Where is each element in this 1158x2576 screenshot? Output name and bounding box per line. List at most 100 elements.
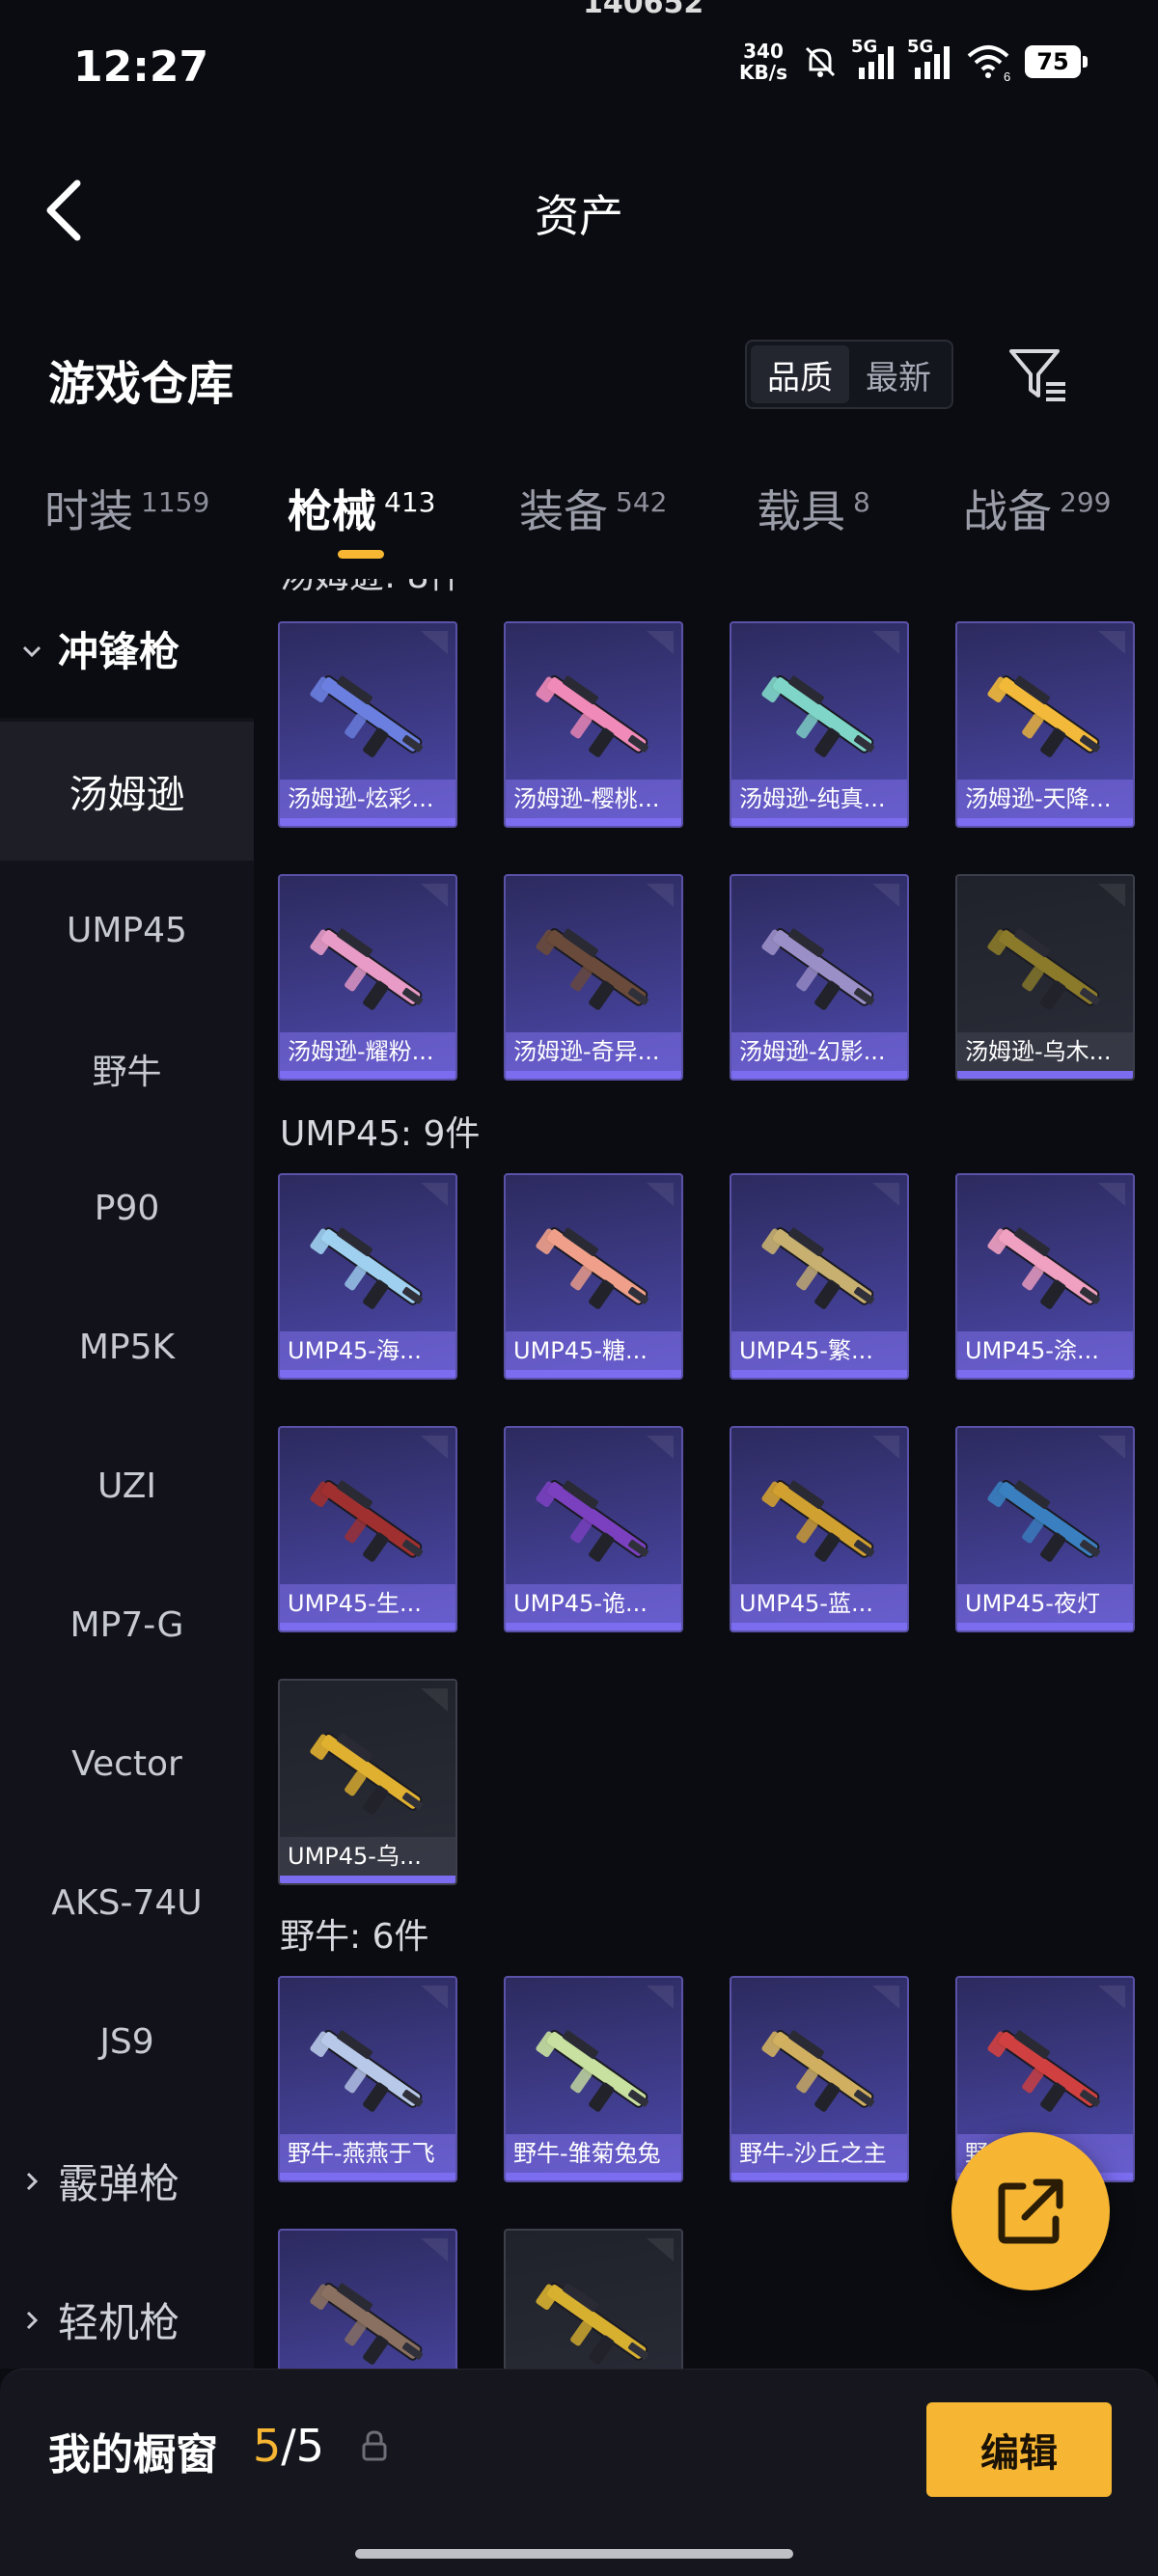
tab-vehicles[interactable]: 载具 8 [757, 477, 870, 540]
quality-bar [506, 2173, 681, 2180]
tab-label: 战备 [963, 485, 1052, 537]
chevron-right-icon [26, 2172, 39, 2191]
wifi-icon: 6 [967, 45, 1010, 81]
weapon-skin-card[interactable] [504, 2229, 683, 2369]
weapon-skin-icon [987, 2029, 1101, 2112]
quality-bar [731, 2173, 907, 2180]
sort-quality-button[interactable]: 品质 [751, 345, 849, 403]
weapon-skin-card[interactable]: UMP45-蓝... [730, 1426, 909, 1632]
sidebar-group-lmg[interactable]: 轻机枪 [0, 2250, 254, 2369]
weapon-skin-icon [310, 2282, 424, 2365]
weapon-skin-icon [761, 1226, 875, 1309]
weapon-skin-card[interactable]: 汤姆逊-炫彩... [278, 621, 457, 828]
weapon-skin-card[interactable]: UMP45-诡... [504, 1426, 683, 1632]
weapon-skin-icon [536, 1479, 649, 1562]
share-button[interactable] [951, 2132, 1110, 2290]
weapon-skin-name: 汤姆逊-天降... [957, 780, 1133, 818]
sidebar-item-js9[interactable]: JS9 [0, 1972, 254, 2111]
filter-button[interactable] [1004, 340, 1071, 407]
sidebar-group-shotgun[interactable]: 霰弹枪 [0, 2111, 254, 2250]
weapon-skin-card[interactable]: 汤姆逊-纯真... [730, 621, 909, 828]
sidebar-item-bizon[interactable]: 野牛 [0, 1000, 254, 1138]
status-icons: 340 KB/s 5G 5G 6 75 [739, 37, 1088, 83]
tab-label: 时装 [44, 485, 133, 537]
sidebar-item-uzi[interactable]: UZI [0, 1416, 254, 1555]
weapon-skin-name: UMP45-诡... [506, 1584, 681, 1623]
chevron-right-icon [26, 2311, 39, 2330]
weapon-skin-card[interactable] [278, 2229, 457, 2369]
mute-bell-icon [805, 46, 836, 77]
weapon-skin-card[interactable]: 野牛-燕燕于飞 [278, 1976, 457, 2182]
weapon-skin-card[interactable]: UMP45-海... [278, 1173, 457, 1380]
weapon-skin-card[interactable]: UMP45-糖... [504, 1173, 683, 1380]
chevron-down-icon [22, 645, 41, 658]
weapon-skin-card[interactable]: UMP45-生... [278, 1426, 457, 1632]
weapon-skin-card[interactable]: 汤姆逊-奇异... [504, 874, 683, 1081]
weapon-skin-name: 汤姆逊-炫彩... [280, 780, 455, 818]
sidebar-item-aks74u[interactable]: AKS-74U [0, 1833, 254, 1972]
section-label-bizon: 野牛: 6件 [280, 1917, 429, 1957]
sidebar-item-vector[interactable]: Vector [0, 1694, 254, 1833]
weapon-skin-icon [310, 1226, 424, 1309]
weapon-skin-icon [761, 2029, 875, 2112]
weapon-skin-card[interactable]: 汤姆逊-幻影... [730, 874, 909, 1081]
status-time: 12:27 [73, 42, 209, 92]
weapon-skin-card[interactable]: UMP45-涂... [955, 1173, 1135, 1380]
weapon-skin-card[interactable]: 汤姆逊-天降... [955, 621, 1135, 828]
sidebar-group-label: 霰弹枪 [58, 2159, 180, 2207]
weapon-skin-icon [536, 1226, 649, 1309]
weapon-skin-icon [761, 674, 875, 757]
weapon-skin-name: 汤姆逊-耀粉... [280, 1032, 455, 1071]
weapon-skin-card[interactable]: 汤姆逊-樱桃... [504, 621, 683, 828]
weapon-skin-card[interactable]: UMP45-夜灯 [955, 1426, 1135, 1632]
tab-fashion[interactable]: 时装 1159 [44, 477, 209, 540]
weapon-skin-card[interactable]: 汤姆逊-乌木... [955, 874, 1135, 1081]
section-label-ump45: UMP45: 9件 [280, 1114, 481, 1154]
weapon-skin-card[interactable]: 野牛-沙丘之主 [730, 1976, 909, 2182]
weapon-skin-card[interactable]: 汤姆逊-耀粉... [278, 874, 457, 1081]
category-tabs: 时装 1159 枪械 413 装备 542 载具 8 战备 299 [0, 463, 1158, 569]
weapon-skin-icon [987, 674, 1101, 757]
home-indicator[interactable] [355, 2549, 793, 2559]
sort-newest-button[interactable]: 最新 [849, 345, 948, 403]
quality-bar [280, 818, 455, 826]
edit-showcase-button[interactable]: 编辑 [926, 2402, 1112, 2497]
sim2-label: 5G [907, 37, 934, 57]
status-bar: 140652 12:27 340 KB/s 5G 5G 6 75 [0, 0, 1158, 135]
wifi-sub-label: 6 [1004, 69, 1010, 81]
tab-equipment[interactable]: 装备 542 [519, 477, 667, 540]
net-speed: 340 KB/s [739, 41, 787, 83]
weapon-skin-icon [987, 927, 1101, 1010]
net-speed-unit: KB/s [739, 61, 787, 84]
tab-count: 8 [853, 485, 870, 518]
sidebar-item-ump45[interactable]: UMP45 [0, 861, 254, 1000]
tab-gear[interactable]: 战备 299 [963, 477, 1111, 540]
weapon-skin-name: 汤姆逊-樱桃... [506, 780, 681, 818]
tab-firearms[interactable]: 枪械 413 [288, 477, 435, 540]
weapon-skin-card[interactable]: UMP45-繁... [730, 1173, 909, 1380]
weapon-skin-icon [536, 674, 649, 757]
sort-toggle: 品质 最新 [745, 340, 953, 409]
sidebar-item-mp5k[interactable]: MP5K [0, 1277, 254, 1416]
sidebar-item-mp7g[interactable]: MP7-G [0, 1555, 254, 1694]
weapon-skin-name: 汤姆逊-奇异... [506, 1032, 681, 1071]
quality-bar [731, 1370, 907, 1378]
sim1-label: 5G [851, 37, 878, 57]
net-speed-value: 340 [743, 40, 784, 63]
sidebar-item-p90[interactable]: P90 [0, 1138, 254, 1277]
showcase-current: 5 [253, 2420, 282, 2472]
weapon-skin-icon [536, 2029, 649, 2112]
tab-count: 1159 [141, 485, 210, 518]
sidebar-group-smg[interactable]: 冲锋枪 [0, 579, 254, 718]
weapon-skin-card[interactable]: UMP45-乌... [278, 1679, 457, 1885]
weapon-skin-icon [536, 927, 649, 1010]
quality-bar [506, 1623, 681, 1631]
active-tab-indicator [338, 550, 384, 559]
filter-icon [1009, 349, 1065, 401]
weapon-skin-icon [310, 927, 424, 1010]
quality-bar [731, 818, 907, 826]
quality-bar [280, 2173, 455, 2180]
sidebar-item-thompson[interactable]: 汤姆逊 [0, 722, 254, 861]
showcase-bar: 我的橱窗 5/5 编辑 [0, 2369, 1158, 2576]
weapon-skin-card[interactable]: 野牛-雏菊兔兔 [504, 1976, 683, 2182]
